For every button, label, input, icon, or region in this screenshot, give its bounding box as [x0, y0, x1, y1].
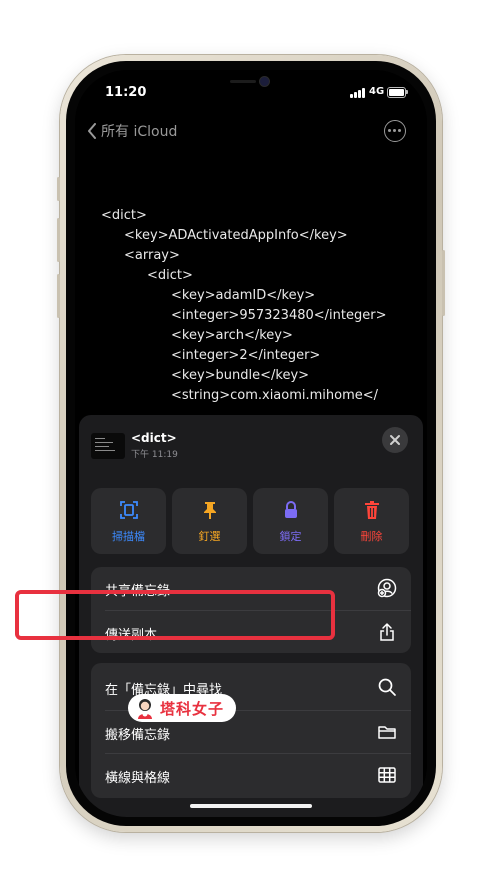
front-camera	[230, 76, 270, 88]
close-icon	[390, 435, 400, 445]
quick-actions: 掃描檔 釘選 鎖定 刪除	[91, 488, 411, 554]
highlight-box	[15, 590, 335, 640]
status-bar: 11:20 4G	[75, 70, 427, 114]
note-line: <key>bundle</key>	[171, 368, 310, 383]
note-line: <integer>957323480</integer>	[171, 308, 387, 323]
note-line: <key>ADActivatedAppInfo</key>	[124, 228, 348, 243]
more-button[interactable]	[384, 120, 406, 142]
volume-up-button	[57, 218, 60, 262]
sheet-title: <dict>	[131, 431, 177, 445]
pin-label: 釘選	[198, 530, 221, 543]
nav-bar: 所有 iCloud	[75, 118, 427, 146]
power-button	[442, 250, 445, 316]
home-indicator[interactable]	[190, 804, 312, 808]
battery-icon	[387, 87, 406, 98]
back-label: 所有 iCloud	[101, 124, 178, 140]
status-time: 11:20	[105, 85, 147, 100]
girl-avatar-icon	[138, 699, 152, 719]
battery-tip	[406, 90, 408, 94]
scan-button[interactable]: 掃描檔	[91, 488, 166, 554]
pin-button[interactable]: 釘選	[172, 488, 247, 554]
volume-down-button	[57, 274, 60, 318]
pin-icon	[204, 502, 216, 519]
note-line: <key>arch</key>	[171, 328, 293, 343]
scan-document-icon	[120, 501, 138, 519]
share-person-icon	[377, 578, 397, 598]
signal-icon	[350, 87, 366, 98]
menu-group-more: 在「備忘錄」中尋找 搬移備忘錄 橫線與格線	[91, 663, 411, 798]
lock-label: 鎖定	[279, 530, 302, 543]
note-line: <string>com.xiaomi.mihome</	[171, 388, 379, 403]
network-type: 4G	[369, 86, 385, 97]
note-line: <dict>	[101, 208, 147, 223]
share-upload-icon	[380, 622, 394, 641]
menu-item-lines-grids[interactable]: 橫線與格線	[91, 754, 411, 796]
grid-icon	[378, 767, 396, 783]
folder-icon	[378, 726, 396, 739]
action-button	[57, 177, 60, 201]
back-button[interactable]: 所有 iCloud	[87, 121, 177, 141]
menu-item-label: 橫線與格線	[105, 771, 171, 786]
sheet-subtitle: 下午 11:19	[131, 450, 178, 460]
close-button[interactable]	[382, 427, 408, 453]
chevron-left-icon	[88, 123, 96, 139]
trash-icon	[365, 501, 379, 519]
note-thumbnail	[91, 433, 125, 459]
delete-label: 刪除	[360, 530, 383, 543]
delete-button[interactable]: 刪除	[334, 488, 409, 554]
note-line: <integer>2</integer>	[171, 348, 321, 363]
menu-item-label: 搬移備忘錄	[105, 728, 171, 743]
lock-button[interactable]: 鎖定	[253, 488, 328, 554]
lock-icon	[285, 501, 297, 518]
note-line: <dict>	[147, 268, 193, 283]
search-icon	[378, 678, 396, 696]
watermark: 塔科女子	[128, 694, 236, 722]
note-line: <key>adamID</key>	[171, 288, 316, 303]
watermark-text: 塔科女子	[160, 700, 225, 718]
scan-label: 掃描檔	[112, 530, 145, 543]
note-line: <array>	[124, 248, 180, 263]
